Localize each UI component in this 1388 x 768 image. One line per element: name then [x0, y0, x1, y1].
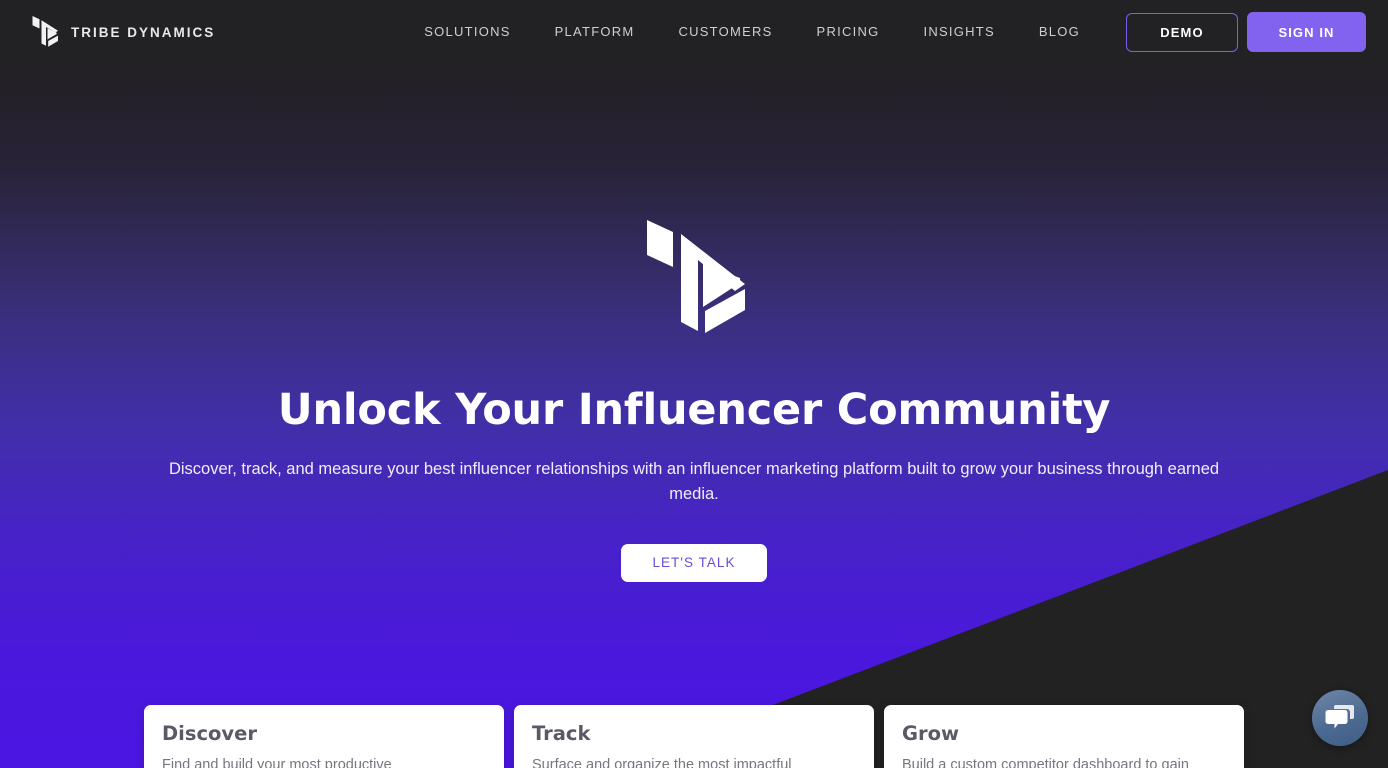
nav-item-pricing[interactable]: PRICING: [795, 0, 902, 64]
navbar: TRIBE DYNAMICS SOLUTIONS PLATFORM CUSTOM…: [0, 0, 1388, 64]
card-body: Find and build your most productive: [162, 757, 392, 768]
feature-card-discover[interactable]: Discover Find and build your most produc…: [144, 705, 504, 768]
page-root: TRIBE DYNAMICS SOLUTIONS PLATFORM CUSTOM…: [0, 0, 1388, 768]
hero-section: Unlock Your Influencer Community Discove…: [0, 64, 1388, 582]
nav-item-platform[interactable]: PLATFORM: [533, 0, 657, 64]
chat-widget-button[interactable]: [1312, 690, 1368, 746]
tribe-dynamics-logo-icon: [32, 16, 58, 47]
navbar-actions: DEMO SIGN IN: [1126, 12, 1366, 52]
lets-talk-button[interactable]: LET'S TALK: [621, 543, 767, 582]
chat-bubbles-icon: [1325, 705, 1354, 729]
nav-item-solutions[interactable]: SOLUTIONS: [402, 0, 532, 64]
feature-card-grow[interactable]: Grow Build a custom competitor dashboard…: [884, 705, 1244, 768]
demo-button[interactable]: DEMO: [1126, 12, 1238, 52]
page-title: Unlock Your Influencer Community: [277, 385, 1111, 435]
brand-name: TRIBE DYNAMICS: [71, 24, 216, 40]
card-body: Surface and organize the most impactful: [532, 757, 792, 768]
nav-item-customers[interactable]: CUSTOMERS: [656, 0, 794, 64]
nav-item-insights[interactable]: INSIGHTS: [901, 0, 1016, 64]
hero-subtitle: Discover, track, and measure your best i…: [168, 460, 1220, 503]
hero-logo-icon: [647, 220, 745, 333]
card-title: Discover: [162, 722, 257, 745]
primary-navigation: SOLUTIONS PLATFORM CUSTOMERS PRICING INS…: [402, 0, 1102, 64]
nav-item-blog[interactable]: BLOG: [1017, 0, 1102, 64]
card-body: Build a custom competitor dashboard to g…: [902, 757, 1189, 768]
feature-card-list: Discover Find and build your most produc…: [144, 705, 1244, 768]
feature-card-track[interactable]: Track Surface and organize the most impa…: [514, 705, 874, 768]
brand-logo-link[interactable]: TRIBE DYNAMICS: [30, 15, 215, 49]
card-title: Grow: [902, 722, 960, 745]
sign-in-button[interactable]: SIGN IN: [1247, 12, 1366, 52]
card-title: Track: [532, 722, 591, 745]
